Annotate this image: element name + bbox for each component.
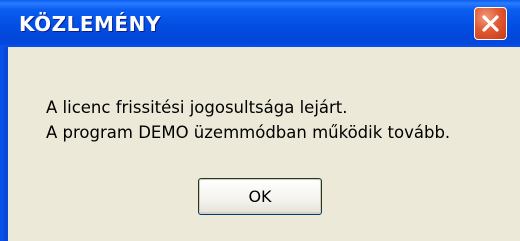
message-line-1: A licenc frissitési jogosultsága lejárt.: [46, 98, 348, 117]
dialog-body: A licenc frissitési jogosultsága lejárt.…: [8, 47, 520, 241]
message-line-2: A program DEMO üzemmódban működik tovább…: [46, 123, 451, 142]
close-button[interactable]: [474, 7, 507, 40]
message-text: A licenc frissitési jogosultsága lejárt.…: [46, 95, 450, 145]
dialog-window: KÖZLEMÉNY A licenc frissitési jogosultsá…: [0, 0, 520, 241]
ok-button[interactable]: OK: [198, 178, 322, 215]
close-icon: [482, 15, 499, 32]
dialog-title: KÖZLEMÉNY: [19, 12, 161, 36]
title-bar[interactable]: KÖZLEMÉNY: [0, 0, 520, 47]
